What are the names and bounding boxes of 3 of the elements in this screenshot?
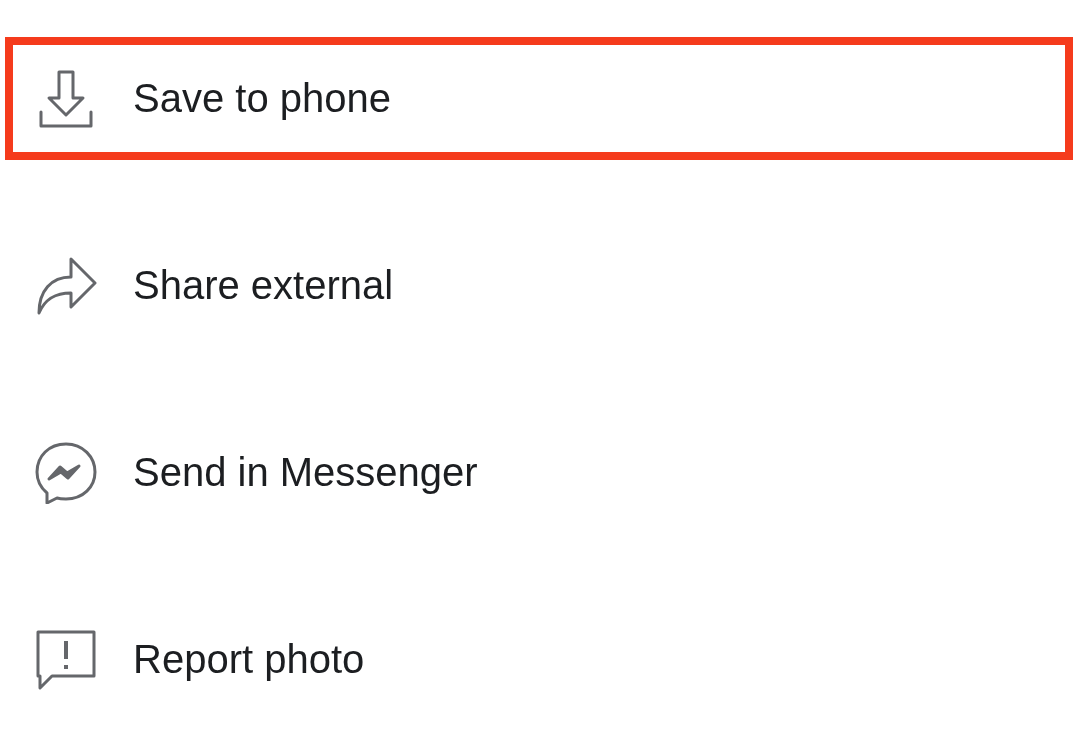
menu-item[interactable]: Save to phone — [5, 37, 1073, 160]
report-icon — [35, 628, 97, 691]
messenger-icon — [35, 441, 97, 504]
